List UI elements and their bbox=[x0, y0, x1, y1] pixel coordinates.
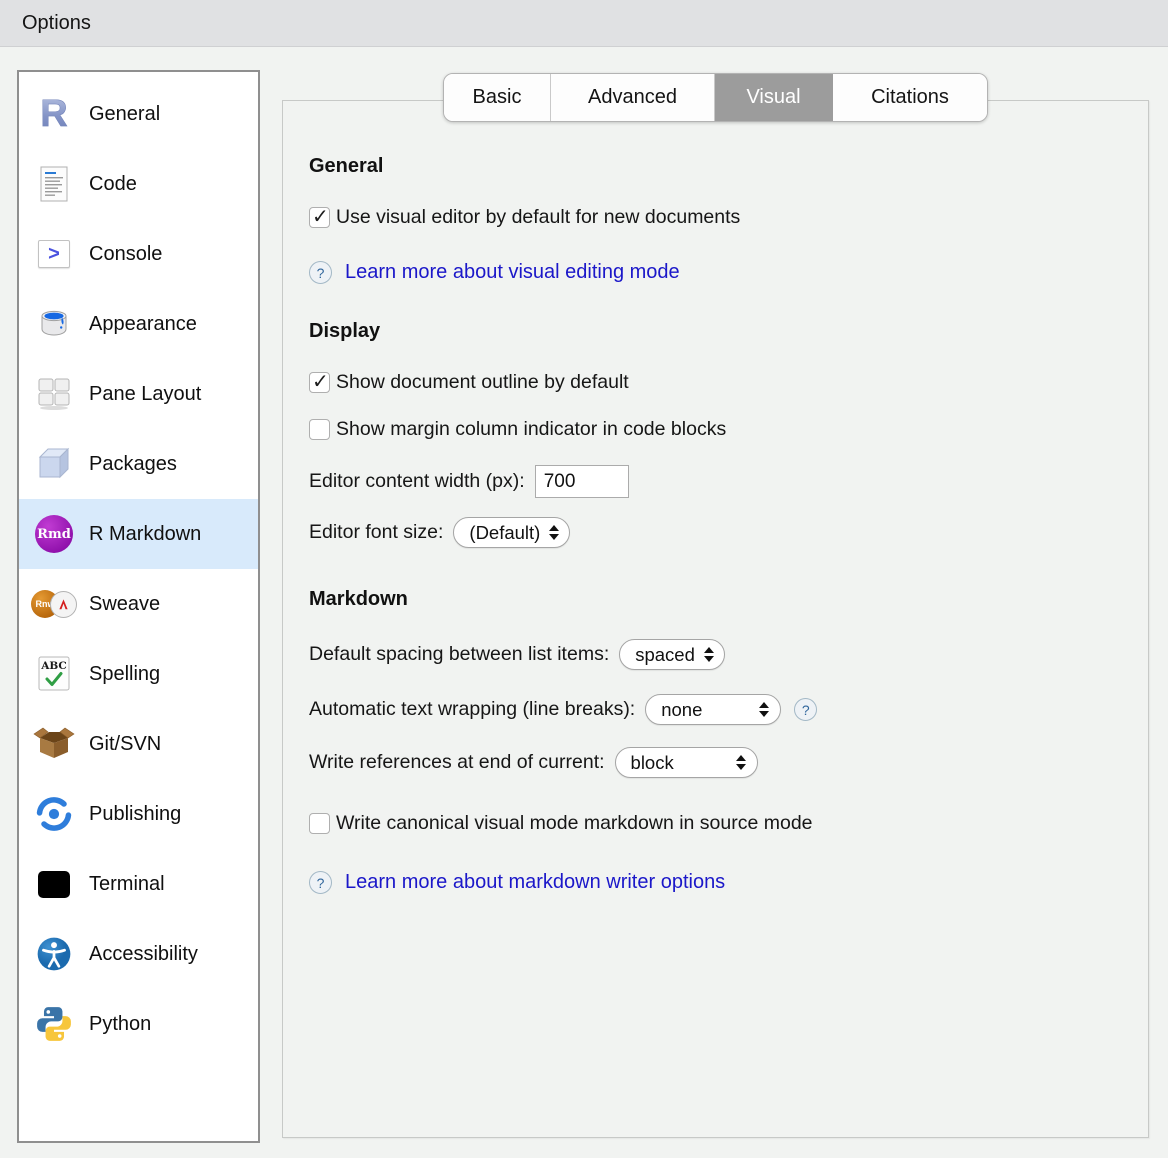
show-outline-checkbox[interactable] bbox=[309, 372, 330, 393]
canonical-markdown-checkbox[interactable] bbox=[309, 813, 330, 834]
tab-basic[interactable]: Basic bbox=[444, 74, 551, 121]
canonical-markdown-row: Write canonical visual mode markdown in … bbox=[309, 812, 1124, 835]
sidebar-item-label: Git/SVN bbox=[89, 733, 161, 756]
sidebar-item-label: Python bbox=[89, 1013, 151, 1036]
options-category-sidebar: R General Code > Console bbox=[17, 70, 260, 1143]
tab-advanced[interactable]: Advanced bbox=[551, 74, 715, 121]
git-svn-box-icon bbox=[31, 721, 77, 767]
sidebar-item-label: Appearance bbox=[89, 313, 197, 336]
text-wrapping-row: Automatic text wrapping (line breaks): n… bbox=[309, 694, 1124, 725]
help-icon[interactable]: ? bbox=[309, 871, 332, 894]
tab-citations[interactable]: Citations bbox=[833, 74, 987, 121]
sidebar-item-label: Accessibility bbox=[89, 943, 198, 966]
sidebar-item-python[interactable]: Python bbox=[19, 989, 258, 1059]
sidebar-item-label: Spelling bbox=[89, 663, 160, 686]
section-heading-markdown: Markdown bbox=[309, 588, 1124, 611]
list-spacing-label: Default spacing between list items: bbox=[309, 643, 609, 666]
content-width-label: Editor content width (px): bbox=[309, 470, 525, 493]
text-wrapping-label: Automatic text wrapping (line breaks): bbox=[309, 698, 635, 721]
stepper-arrows-icon bbox=[759, 702, 769, 717]
tab-visual[interactable]: Visual bbox=[715, 74, 833, 121]
sidebar-item-spelling[interactable]: ABC Spelling bbox=[19, 639, 258, 709]
sidebar-item-label: Pane Layout bbox=[89, 383, 201, 406]
settings-tab-bar: Basic Advanced Visual Citations bbox=[443, 73, 988, 122]
visual-tab-content: General Use visual editor by default for… bbox=[309, 141, 1124, 894]
learn-more-markdown-writer-link[interactable]: Learn more about markdown writer options bbox=[345, 871, 725, 894]
console-icon: > bbox=[31, 231, 77, 277]
use-visual-editor-checkbox[interactable] bbox=[309, 207, 330, 228]
sidebar-item-label: Code bbox=[89, 173, 137, 196]
list-spacing-select[interactable]: spaced bbox=[619, 639, 725, 670]
show-outline-label: Show document outline by default bbox=[336, 371, 629, 394]
stepper-arrows-icon bbox=[549, 525, 559, 540]
sidebar-item-publishing[interactable]: Publishing bbox=[19, 779, 258, 849]
sidebar-item-label: Console bbox=[89, 243, 162, 266]
help-icon[interactable]: ? bbox=[309, 261, 332, 284]
options-content-panel: General Use visual editor by default for… bbox=[282, 100, 1149, 1138]
sidebar-item-label: R Markdown bbox=[89, 523, 201, 546]
svg-text:ABC: ABC bbox=[40, 660, 67, 672]
sidebar-item-console[interactable]: > Console bbox=[19, 219, 258, 289]
sidebar-item-label: Terminal bbox=[89, 873, 165, 896]
rmarkdown-icon: Rmd bbox=[31, 511, 77, 557]
paint-bucket-icon bbox=[31, 301, 77, 347]
terminal-icon bbox=[31, 861, 77, 907]
show-margin-row: Show margin column indicator in code blo… bbox=[309, 418, 1124, 441]
python-icon bbox=[31, 1001, 77, 1047]
spellcheck-icon: ABC bbox=[31, 651, 77, 697]
sidebar-item-label: Sweave bbox=[89, 593, 160, 616]
package-cube-icon bbox=[31, 441, 77, 487]
sidebar-item-r-markdown[interactable]: Rmd R Markdown bbox=[19, 499, 258, 569]
sidebar-item-appearance[interactable]: Appearance bbox=[19, 289, 258, 359]
section-heading-general: General bbox=[309, 155, 1124, 178]
show-margin-checkbox[interactable] bbox=[309, 419, 330, 440]
canonical-markdown-label: Write canonical visual mode markdown in … bbox=[336, 812, 813, 835]
sidebar-item-label: General bbox=[89, 103, 160, 126]
sidebar-item-general[interactable]: R General bbox=[19, 79, 258, 149]
sidebar-item-packages[interactable]: Packages bbox=[19, 429, 258, 499]
pdf-icon bbox=[50, 591, 77, 618]
sidebar-item-code[interactable]: Code bbox=[19, 149, 258, 219]
font-size-row: Editor font size: (Default) bbox=[309, 517, 1124, 548]
help-icon[interactable]: ? bbox=[794, 698, 817, 721]
font-size-select[interactable]: (Default) bbox=[453, 517, 570, 548]
section-heading-display: Display bbox=[309, 320, 1124, 343]
sidebar-item-label: Packages bbox=[89, 453, 177, 476]
references-label: Write references at end of current: bbox=[309, 751, 605, 774]
show-outline-row: Show document outline by default bbox=[309, 371, 1124, 394]
sidebar-item-git-svn[interactable]: Git/SVN bbox=[19, 709, 258, 779]
references-row: Write references at end of current: bloc… bbox=[309, 747, 1124, 778]
sweave-rnw-pdf-icon: Rnw bbox=[31, 581, 77, 627]
sidebar-item-accessibility[interactable]: Accessibility bbox=[19, 919, 258, 989]
text-wrapping-select[interactable]: none bbox=[645, 694, 781, 725]
font-size-label: Editor font size: bbox=[309, 521, 443, 544]
use-visual-editor-row: Use visual editor by default for new doc… bbox=[309, 206, 1124, 229]
references-select[interactable]: block bbox=[615, 747, 758, 778]
pane-grid-icon bbox=[31, 371, 77, 417]
window-title: Options bbox=[22, 12, 91, 35]
content-width-row: Editor content width (px): bbox=[309, 465, 1124, 498]
use-visual-editor-label: Use visual editor by default for new doc… bbox=[336, 206, 740, 229]
publishing-icon bbox=[31, 791, 77, 837]
content-width-input[interactable] bbox=[535, 465, 629, 498]
code-document-icon bbox=[31, 161, 77, 207]
sidebar-item-label: Publishing bbox=[89, 803, 181, 826]
stepper-arrows-icon bbox=[736, 755, 746, 770]
markdown-writer-help-row: ? Learn more about markdown writer optio… bbox=[309, 871, 1124, 894]
accessibility-icon bbox=[31, 931, 77, 977]
visual-editing-help-row: ? Learn more about visual editing mode bbox=[309, 261, 1124, 284]
show-margin-label: Show margin column indicator in code blo… bbox=[336, 418, 726, 441]
window-titlebar: Options bbox=[0, 0, 1168, 47]
sidebar-item-terminal[interactable]: Terminal bbox=[19, 849, 258, 919]
sidebar-item-pane-layout[interactable]: Pane Layout bbox=[19, 359, 258, 429]
stepper-arrows-icon bbox=[704, 647, 714, 662]
learn-more-visual-editing-link[interactable]: Learn more about visual editing mode bbox=[345, 261, 680, 284]
r-logo-icon: R bbox=[31, 91, 77, 137]
sidebar-item-sweave[interactable]: Rnw Sweave bbox=[19, 569, 258, 639]
list-spacing-row: Default spacing between list items: spac… bbox=[309, 639, 1124, 670]
